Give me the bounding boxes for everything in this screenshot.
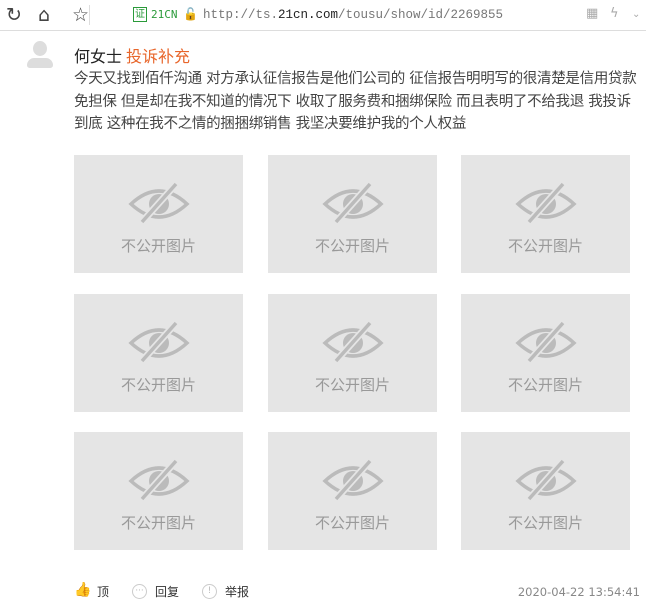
eye-slash-icon [322, 458, 384, 501]
private-image-placeholder[interactable]: 不公开图片 [461, 432, 630, 550]
like-label: 顶 [97, 585, 110, 599]
eye-slash-icon [515, 181, 577, 224]
insecure-lock-icon[interactable]: 🔓 [183, 7, 198, 21]
reload-icon[interactable]: ↻ [6, 4, 22, 26]
private-image-label: 不公开图片 [120, 376, 196, 394]
avatar[interactable] [27, 41, 53, 69]
home-icon[interactable]: ⌂ [38, 4, 50, 26]
site-label: 21CN [151, 8, 178, 21]
eye-slash-icon [128, 320, 190, 363]
url-path: /tousu/show/id/2269855 [338, 8, 504, 22]
eye-slash-icon [515, 458, 577, 501]
private-image-label: 不公开图片 [507, 514, 583, 532]
private-image-placeholder[interactable]: 不公开图片 [461, 294, 630, 412]
report-label: 举报 [225, 585, 250, 599]
report-button[interactable]: ! 举报 [202, 583, 249, 600]
private-image-label: 不公开图片 [314, 237, 390, 255]
post-tag: 投诉补充 [126, 47, 191, 66]
private-image-label: 不公开图片 [120, 237, 196, 255]
lightning-icon[interactable]: ϟ [610, 6, 619, 21]
private-image-placeholder[interactable]: 不公开图片 [74, 155, 243, 273]
like-button[interactable]: 👍 顶 [74, 583, 109, 600]
reply-button[interactable]: ··· 回复 [132, 583, 179, 600]
thumbs-up-icon: 👍 [74, 582, 92, 598]
eye-slash-icon [322, 181, 384, 224]
private-image-label: 不公开图片 [507, 376, 583, 394]
eye-slash-icon [128, 458, 190, 501]
divider [89, 5, 90, 25]
private-image-label: 不公开图片 [507, 237, 583, 255]
author-line: 何女士 投诉补充 [74, 43, 190, 67]
timestamp: 2020-04-22 13:54:41 [517, 585, 640, 599]
eye-slash-icon [515, 320, 577, 363]
private-image-placeholder[interactable]: 不公开图片 [74, 432, 243, 550]
comment-icon: ··· [132, 584, 147, 599]
exclamation-icon: ! [202, 584, 217, 599]
url-prefix: http://ts. [203, 8, 279, 22]
private-image-placeholder[interactable]: 不公开图片 [461, 155, 630, 273]
reply-label: 回复 [155, 585, 180, 599]
private-image-placeholder[interactable]: 不公开图片 [268, 294, 437, 412]
url-domain: 21cn.com [278, 8, 339, 22]
private-image-placeholder[interactable]: 不公开图片 [268, 155, 437, 273]
private-image-placeholder[interactable]: 不公开图片 [74, 294, 243, 412]
author-name[interactable]: 何女士 [74, 47, 122, 66]
cert-badge[interactable]: 证 [133, 7, 147, 22]
browser-toolbar: ↻ ⌂ ☆ 证 21CN 🔓 http://ts.21cn.com/tousu/… [0, 0, 646, 31]
eye-slash-icon [322, 320, 384, 363]
eye-slash-icon [128, 181, 190, 224]
private-image-label: 不公开图片 [314, 376, 390, 394]
bookmark-star-icon[interactable]: ☆ [72, 4, 89, 26]
post-content: 今天又找到佰仟沟通 对方承认征信报告是他们公司的 征信报告明明写的很清楚是信用贷… [74, 71, 637, 132]
private-image-label: 不公开图片 [120, 514, 196, 532]
address-bar[interactable]: http://ts.21cn.com/tousu/show/id/2269855 [203, 8, 503, 22]
qr-code-icon[interactable]: ▦ [586, 6, 598, 21]
private-image-placeholder[interactable]: 不公开图片 [268, 432, 437, 550]
private-image-label: 不公开图片 [314, 514, 390, 532]
chevron-down-icon[interactable]: ⌄ [632, 9, 640, 20]
